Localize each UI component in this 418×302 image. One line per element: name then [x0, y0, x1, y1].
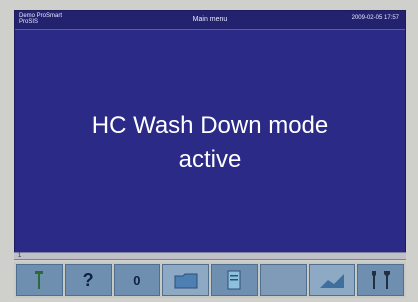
- pin-button[interactable]: [16, 264, 63, 296]
- status-strip: 1: [14, 252, 406, 260]
- page-title: Main menu: [192, 16, 228, 23]
- folder-button[interactable]: [162, 264, 209, 296]
- document-button[interactable]: [211, 264, 258, 296]
- bottom-toolbar: ? 0: [14, 262, 406, 298]
- help-button[interactable]: ?: [64, 264, 112, 296]
- zero-button[interactable]: 0: [113, 264, 161, 296]
- tools-button[interactable]: [357, 264, 404, 296]
- blank-button[interactable]: [259, 264, 307, 296]
- tools-icon: [371, 271, 390, 289]
- document-icon: [227, 270, 241, 290]
- message-line2: active: [178, 146, 242, 173]
- status-message: HC Wash Down mode active: [15, 109, 405, 177]
- hmi-screen: Demo ProSmart ProSIS Main menu 2009-02-0…: [0, 0, 418, 302]
- zero-icon: 0: [133, 272, 141, 288]
- status-strip-text: 1: [18, 253, 22, 259]
- main-panel: Demo ProSmart ProSIS Main menu 2009-02-0…: [14, 10, 406, 260]
- pin-icon: [35, 271, 44, 289]
- help-icon: ?: [82, 269, 94, 290]
- graph-icon: [319, 274, 344, 288]
- folder-icon: [174, 273, 198, 289]
- graph-button[interactable]: [308, 264, 356, 296]
- header-datetime: 2009-02-05 17:57: [351, 15, 399, 21]
- message-line1: HC Wash Down mode: [91, 112, 329, 139]
- header-bar: Demo ProSmart ProSIS Main menu 2009-02-0…: [15, 11, 405, 30]
